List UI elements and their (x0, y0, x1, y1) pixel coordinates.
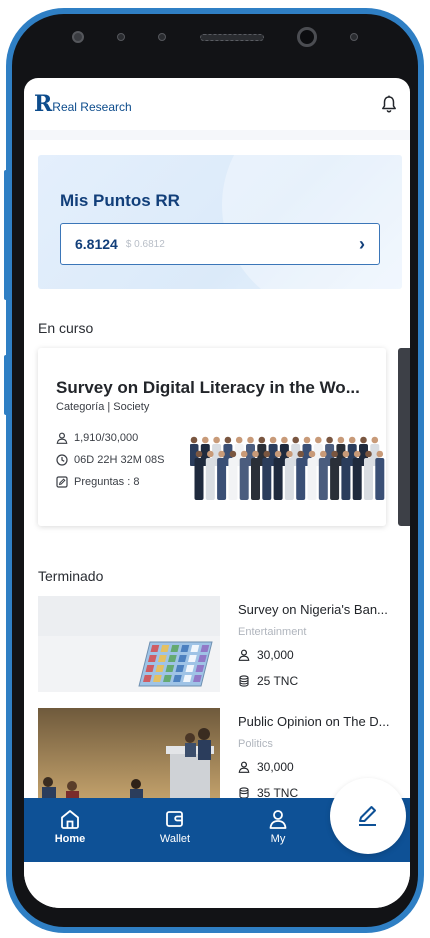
write-fab-button[interactable] (330, 778, 406, 854)
pencil-icon (359, 806, 376, 826)
survey-participants: 1,910/30,000 (74, 432, 139, 444)
nav-home[interactable]: Home (40, 808, 100, 854)
sensor-icon (72, 31, 84, 43)
survey-thumbnail-image (38, 596, 220, 692)
finished-participants-row: 30,000 (238, 760, 294, 774)
person-icon (238, 649, 250, 661)
brand-logo: R Real Research (34, 91, 132, 117)
speaker-grille (199, 33, 264, 41)
side-button-volume (4, 170, 9, 300)
survey-timer-row: 06D 22H 32M 08S (56, 454, 165, 466)
nav-wallet-label: Wallet (159, 833, 191, 845)
crowd-image (190, 436, 385, 500)
person-icon (238, 761, 250, 773)
survey-time-left: 06D 22H 32M 08S (74, 454, 165, 466)
nav-home-label: Home (54, 833, 86, 845)
edit-square-icon (56, 476, 68, 488)
coin-stack-icon (239, 675, 249, 687)
survey-title: Survey on Digital Literacy in the Wo... (56, 378, 360, 397)
finished-reward: 25 TNC (257, 674, 299, 688)
wallet-icon (166, 811, 183, 827)
sensor-icon (158, 33, 167, 41)
finished-participants: 30,000 (257, 648, 294, 662)
brand-logo-mark: R (34, 91, 52, 117)
section-label-finished: Terminado (38, 568, 104, 584)
nav-wallet[interactable]: Wallet (145, 808, 205, 854)
survey-thumbnail-image (38, 708, 220, 804)
header-divider (24, 130, 410, 140)
brand-name: Real Research (52, 99, 132, 114)
finished-survey-item[interactable]: Survey on Nigeria's Ban... Entertainment… (38, 596, 410, 692)
finished-survey-category: Entertainment (238, 626, 307, 638)
nav-my[interactable]: My (248, 808, 308, 854)
home-indicator-area (24, 862, 410, 908)
survey-questions: Preguntas : 8 (74, 476, 140, 488)
survey-category: Categoría | Society (56, 401, 150, 413)
finished-reward-row: 25 TNC (238, 674, 298, 688)
phone-top-hardware (60, 20, 370, 54)
points-title: Mis Puntos RR (60, 191, 180, 210)
finished-participants-row: 30,000 (238, 648, 294, 662)
finished-survey-title: Public Opinion on The D... (238, 714, 390, 729)
sensor-icon (117, 33, 126, 41)
survey-questions-row: Preguntas : 8 (56, 476, 139, 488)
finished-survey-category: Politics (238, 738, 273, 750)
chevron-right-icon: › (359, 233, 365, 254)
app-screen: R Real Research Mis Puntos RR 6.8124 $ 0… (24, 78, 410, 908)
sensor-icon (349, 33, 358, 41)
finished-survey-title: Survey on Nigeria's Ban... (238, 602, 388, 617)
front-camera-icon (296, 27, 317, 47)
home-icon (61, 810, 79, 829)
section-label-in-progress: En curso (38, 320, 94, 336)
nav-my-label: My (270, 833, 286, 845)
points-usd-value: $ 0.6812 (125, 238, 165, 250)
survey-card-active[interactable]: Survey on Digital Literacy in the Wo... … (38, 348, 386, 526)
person-icon (56, 432, 68, 444)
clock-icon (56, 454, 68, 466)
profile-icon (269, 810, 287, 829)
survey-card-next[interactable]: S (398, 348, 410, 526)
side-button-power (4, 355, 9, 415)
decorative-wave (222, 155, 402, 289)
app-header: R Real Research (24, 78, 410, 130)
points-balance-button[interactable]: 6.8124 $ 0.6812 › (60, 223, 380, 265)
finished-participants: 30,000 (257, 760, 294, 774)
points-card: Mis Puntos RR 6.8124 $ 0.6812 › (38, 155, 402, 289)
points-value: 6.8124 (75, 236, 118, 252)
survey-participants-row: 1,910/30,000 (56, 432, 138, 444)
notification-bell-icon[interactable] (378, 93, 400, 115)
